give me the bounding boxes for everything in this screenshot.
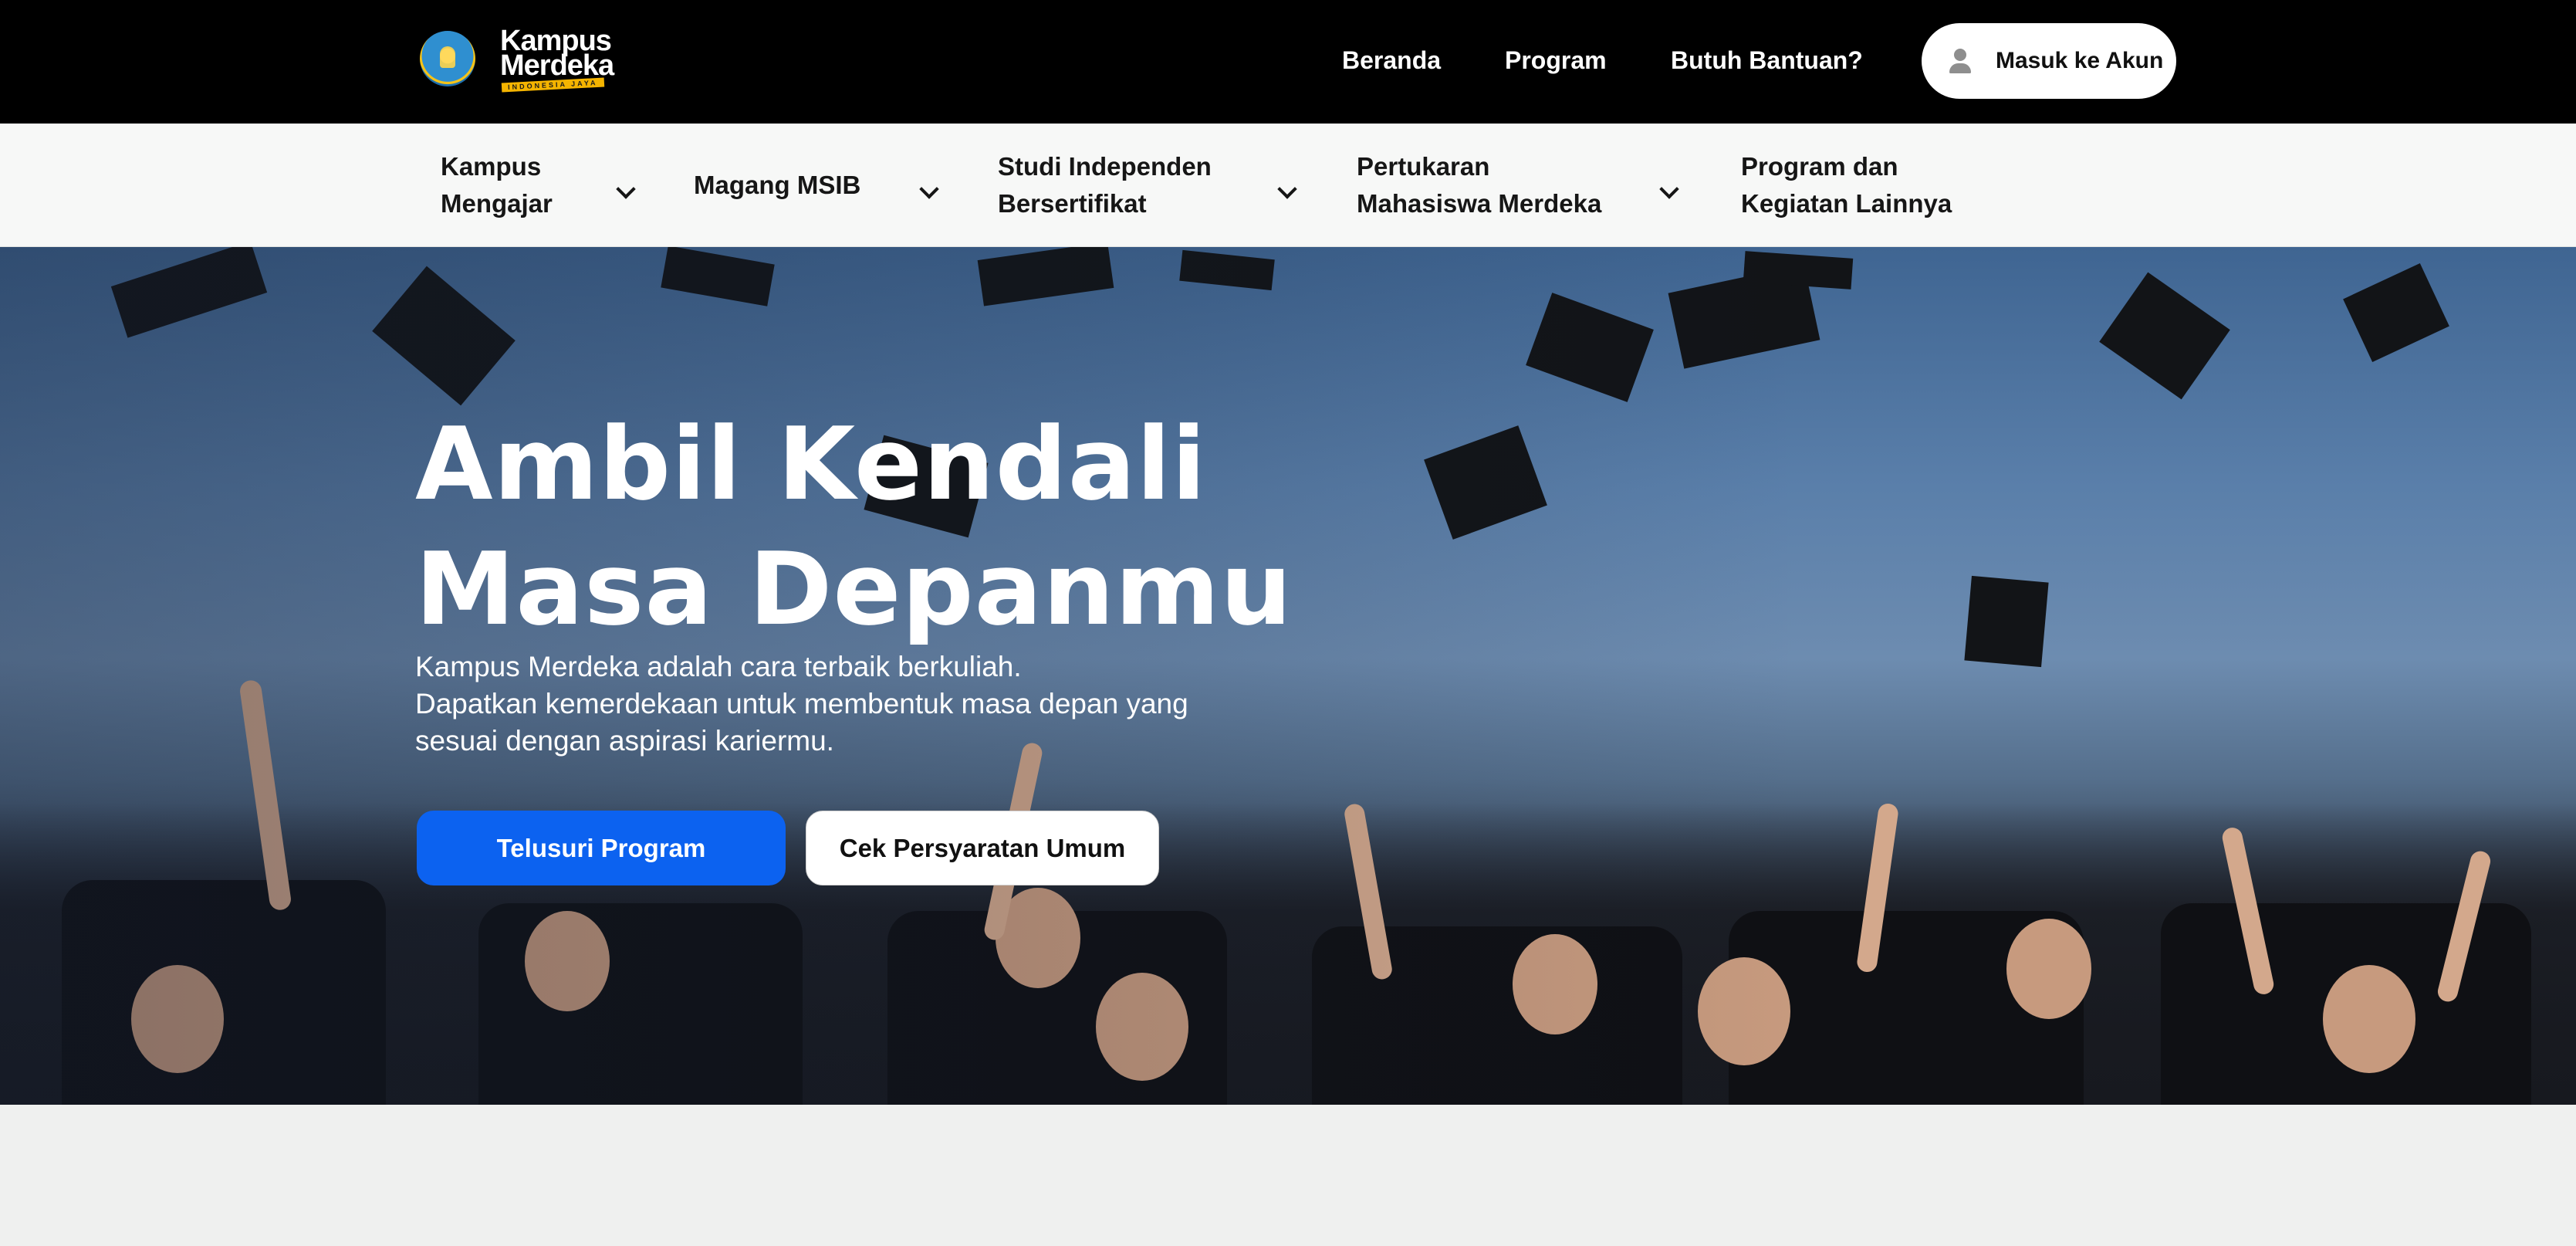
chevron-down-icon (1659, 179, 1679, 199)
kampus-merdeka-logo[interactable]: Kampus Merdeka INDONESIA JAYA (420, 26, 624, 93)
subnav-label: Kampus Mengajar (441, 152, 553, 218)
check-requirements-button[interactable]: Cek Persyaratan Umum (806, 811, 1159, 885)
subnav-item-program-lainnya[interactable]: Program dan Kegiatan Lainnya (1741, 150, 1965, 221)
subnav-item-magang-msib[interactable]: Magang MSIB (694, 150, 948, 221)
subnav-label: Magang MSIB (694, 171, 861, 199)
subnav-item-pertukaran-mahasiswa[interactable]: Pertukaran Mahasiswa Merdeka (1357, 150, 1689, 221)
hero-banner: Ambil Kendali Masa Depanmu Kampus Merdek… (0, 247, 2576, 1105)
user-icon (1945, 46, 1976, 76)
subnav-label: Program dan Kegiatan Lainnya (1741, 152, 1952, 218)
login-button-label: Masuk ke Akun (1996, 48, 2164, 73)
login-button[interactable]: Masuk ke Akun (1922, 23, 2176, 99)
hero-subtitle-line2: Dapatkan kemerdekaan untuk membentuk mas… (415, 688, 1188, 757)
subnav-label: Pertukaran Mahasiswa Merdeka (1357, 152, 1602, 218)
tut-wuri-handayani-emblem-icon (420, 31, 475, 86)
top-bar: Kampus Merdeka INDONESIA JAYA Beranda Pr… (0, 0, 2576, 124)
hero-subtitle-line1: Kampus Merdeka adalah cara terbaik berku… (415, 651, 1022, 682)
nav-link-butuh-bantuan[interactable]: Butuh Bantuan? (1671, 46, 1863, 75)
page-content-area (0, 1105, 2576, 1246)
subnav-label: Studi Independen Bersertifikat (998, 152, 1212, 218)
program-subnav: Kampus Mengajar Magang MSIB Studi Indepe… (0, 124, 2576, 247)
hero-title: Ambil Kendali Masa Depanmu (415, 401, 1293, 652)
chevron-down-icon (919, 179, 939, 199)
nav-link-program[interactable]: Program (1505, 46, 1607, 75)
hero-title-line2: Masa Depanmu (415, 530, 1293, 648)
subnav-item-kampus-mengajar[interactable]: Kampus Mengajar (441, 150, 641, 221)
hero-title-line1: Ambil Kendali (415, 405, 1207, 523)
nav-link-beranda[interactable]: Beranda (1342, 46, 1441, 75)
subnav-item-studi-independen[interactable]: Studi Independen Bersertifikat (998, 150, 1307, 221)
hero-subtitle: Kampus Merdeka adalah cara terbaik berku… (415, 648, 1264, 760)
logo-wordmark: Kampus Merdeka INDONESIA JAYA (500, 26, 624, 93)
explore-programs-button[interactable]: Telusuri Program (417, 811, 786, 885)
chevron-down-icon (616, 179, 636, 199)
logo-text-line2: Merdeka (500, 49, 614, 82)
chevron-down-icon (1277, 179, 1297, 199)
